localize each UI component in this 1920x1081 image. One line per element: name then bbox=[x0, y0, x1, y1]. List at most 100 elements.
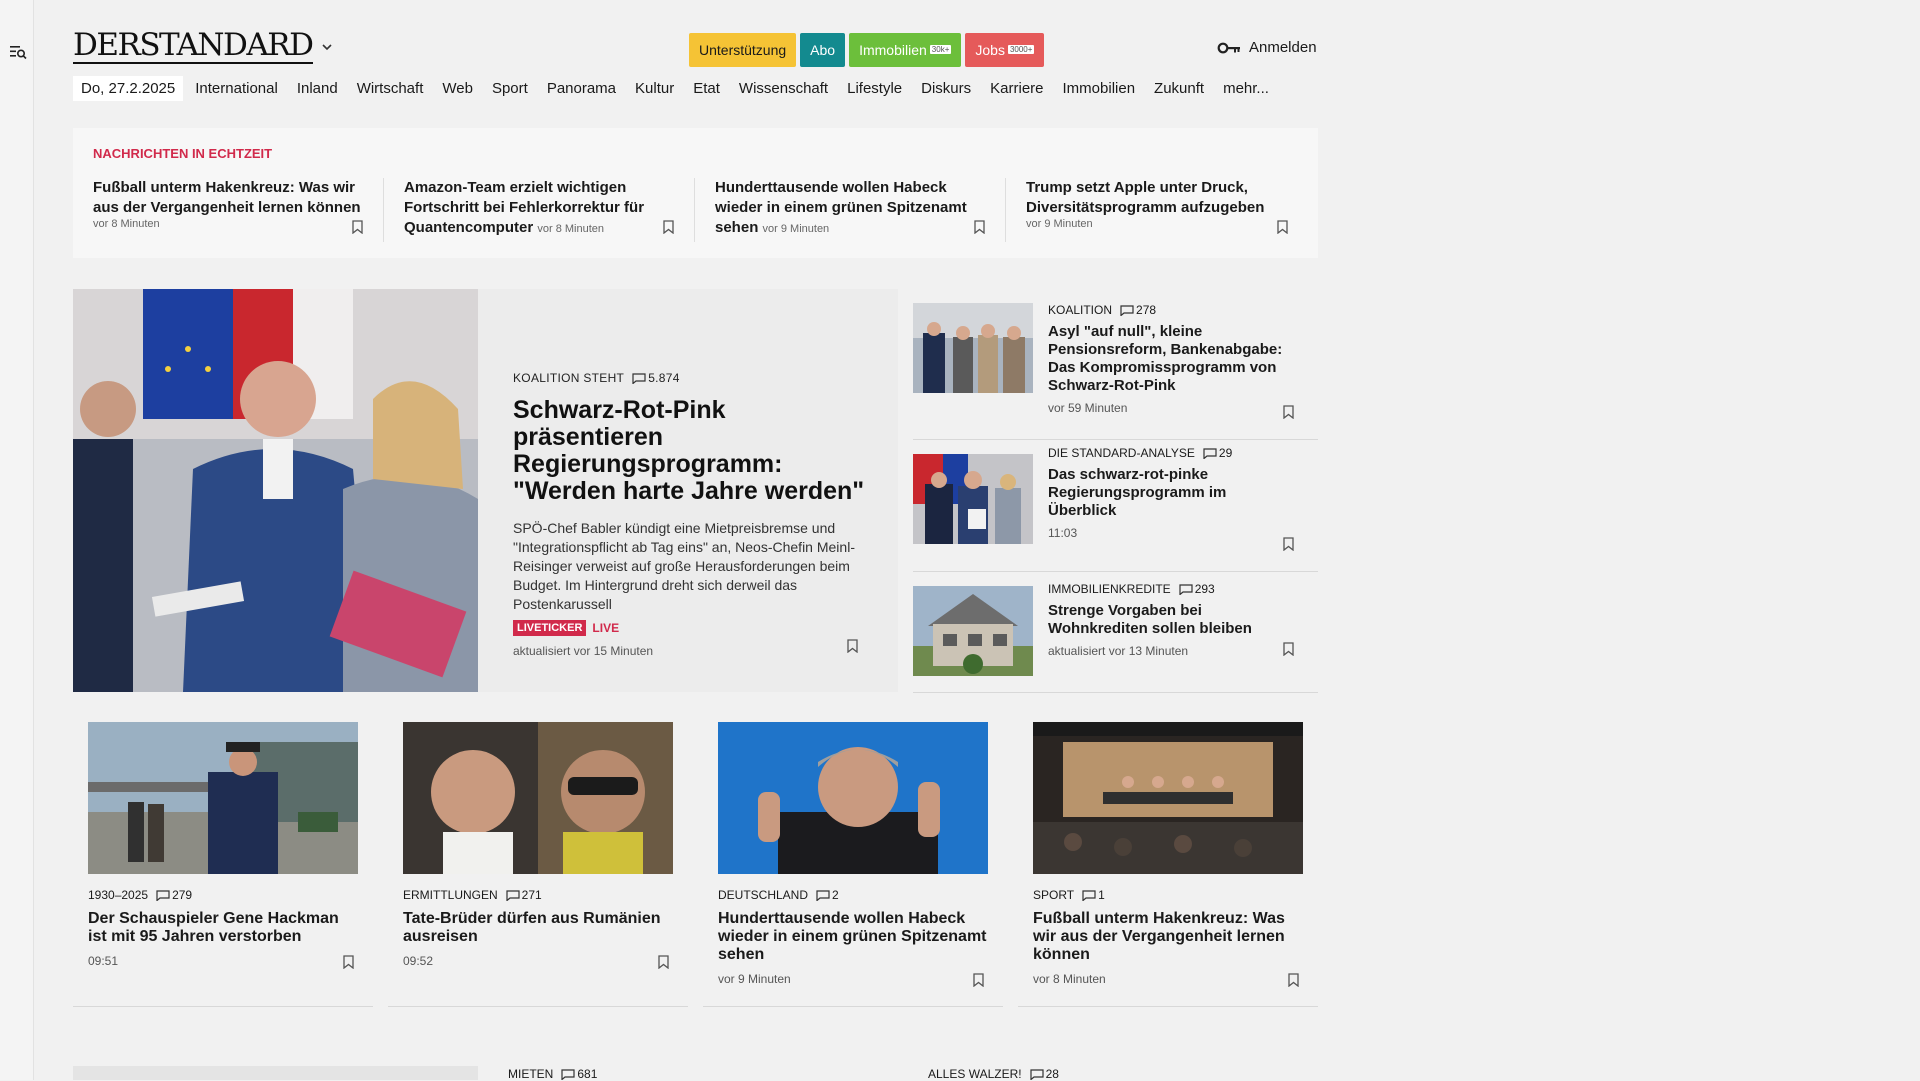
grid-title[interactable]: Fußball unterm Hakenkreuz: Was wir aus d… bbox=[1033, 910, 1303, 964]
side-title[interactable]: Strenge Vorgaben bei Wohnkrediten sollen… bbox=[1048, 602, 1298, 638]
grid-article[interactable]: SPORT 1 Fußball unterm Hakenkreuz: Was wi… bbox=[1018, 722, 1318, 1007]
nav-item-international[interactable]: International bbox=[195, 80, 278, 97]
comment-icon bbox=[632, 372, 646, 384]
grid-article[interactable]: DEUTSCHLAND 2 Hunderttausende wollen Habe… bbox=[703, 722, 1003, 1007]
grid-article-image[interactable] bbox=[1033, 722, 1303, 874]
comment-count[interactable]: 1 bbox=[1082, 888, 1105, 902]
comment-icon bbox=[506, 889, 520, 901]
hero-article[interactable]: KOALITION STEHT 5.874 Schwarz-Rot-Pink p… bbox=[73, 289, 898, 692]
comment-count[interactable]: 278 bbox=[1120, 303, 1156, 317]
bottom-article-kicker[interactable]: ALLES WALZER! 28 bbox=[928, 1067, 1059, 1081]
chevron-down-icon[interactable] bbox=[320, 40, 334, 54]
nav-item-more[interactable]: mehr... bbox=[1223, 80, 1269, 97]
menu-search-icon[interactable] bbox=[9, 43, 27, 61]
grid-article-image[interactable] bbox=[88, 722, 358, 874]
comment-count[interactable]: 29 bbox=[1203, 446, 1232, 460]
side-title[interactable]: Asyl "auf null", kleine Pensionsreform, … bbox=[1048, 323, 1298, 395]
bottom-kicker: MIETEN bbox=[508, 1067, 554, 1081]
comment-count[interactable]: 293 bbox=[1179, 582, 1215, 596]
side-title[interactable]: Das schwarz-rot-pinke Regierungsprogramm… bbox=[1048, 466, 1298, 520]
nav-item-karriere[interactable]: Karriere bbox=[990, 80, 1043, 97]
ticker-item[interactable]: Trump setzt Apple unter Druck, Diversitä… bbox=[1006, 178, 1317, 242]
grid-kicker[interactable]: SPORT bbox=[1033, 888, 1074, 902]
side-kicker[interactable]: KOALITION bbox=[1048, 303, 1112, 317]
bottom-kicker: ALLES WALZER! bbox=[928, 1067, 1022, 1081]
side-article[interactable]: DIE STANDARD-ANALYSE 29 Das schwarz-rot-p… bbox=[913, 440, 1318, 572]
support-button[interactable]: Unterstützung bbox=[689, 33, 797, 67]
grid-title[interactable]: Hunderttausende wollen Habeck wieder in … bbox=[718, 910, 988, 964]
comment-count-value: 29 bbox=[1218, 446, 1233, 460]
nav-item-kultur[interactable]: Kultur bbox=[635, 80, 674, 97]
bookmark-icon[interactable] bbox=[343, 955, 354, 969]
bookmark-icon[interactable] bbox=[1283, 405, 1294, 419]
comment-icon bbox=[1029, 1068, 1044, 1080]
bookmark-icon[interactable] bbox=[847, 639, 858, 653]
bookmark-icon[interactable] bbox=[1288, 973, 1299, 987]
side-article-image[interactable] bbox=[913, 303, 1033, 393]
bookmark-icon[interactable] bbox=[352, 220, 363, 234]
comment-icon bbox=[1120, 304, 1134, 316]
grid-article-image[interactable] bbox=[718, 722, 988, 874]
nav-item-etat[interactable]: Etat bbox=[693, 80, 720, 97]
ticker-item[interactable]: Amazon-Team erzielt wichtigen Fortschrit… bbox=[384, 178, 695, 242]
grid-title[interactable]: Der Schauspieler Gene Hackman ist mit 95… bbox=[88, 910, 358, 946]
side-kicker[interactable]: IMMOBILIENKREDITE bbox=[1048, 582, 1171, 596]
nav-item-inland[interactable]: Inland bbox=[297, 80, 338, 97]
immobilien-button[interactable]: Immobilien 30k+ bbox=[849, 33, 962, 67]
bookmark-icon[interactable] bbox=[974, 220, 985, 234]
nav-item-zukunft[interactable]: Zukunft bbox=[1154, 80, 1204, 97]
side-article[interactable]: KOALITION 278 Asyl "auf null", kleine Pen… bbox=[913, 289, 1318, 440]
nav-item-lifestyle[interactable]: Lifestyle bbox=[847, 80, 902, 97]
side-article-image[interactable] bbox=[913, 586, 1033, 676]
bookmark-icon[interactable] bbox=[658, 955, 669, 969]
grid-time: 09:51 bbox=[88, 954, 119, 968]
nav-item-web[interactable]: Web bbox=[442, 80, 473, 97]
comment-count[interactable]: 279 bbox=[156, 888, 192, 902]
side-time: 11:03 bbox=[1048, 526, 1078, 540]
comment-count[interactable]: 28 bbox=[1029, 1067, 1059, 1081]
bookmark-icon[interactable] bbox=[1277, 220, 1288, 234]
side-time: aktualisiert vor 13 Minuten bbox=[1048, 644, 1189, 658]
jobs-button[interactable]: Jobs 3000+ bbox=[965, 33, 1045, 67]
comment-count[interactable]: 681 bbox=[561, 1067, 597, 1081]
comment-count[interactable]: 271 bbox=[506, 888, 542, 902]
bookmark-icon[interactable] bbox=[1283, 642, 1294, 656]
nav-item-panorama[interactable]: Panorama bbox=[547, 80, 616, 97]
hero-kicker[interactable]: KOALITION STEHT bbox=[513, 371, 624, 385]
side-article[interactable]: IMMOBILIENKREDITE 293 Strenge Vorgaben be… bbox=[913, 572, 1318, 693]
grid-kicker[interactable]: ERMITTLUNGEN bbox=[403, 888, 498, 902]
grid-article[interactable]: 1930–2025 279 Der Schauspieler Gene Hackm… bbox=[73, 722, 373, 1007]
grid-article[interactable]: ERMITTLUNGEN 271 Tate-Brüder dürfen aus R… bbox=[388, 722, 688, 1007]
comment-count[interactable]: 2 bbox=[816, 888, 839, 902]
bookmark-icon[interactable] bbox=[663, 220, 674, 234]
ticker-item[interactable]: Fußball unterm Hakenkreuz: Was wir aus d… bbox=[73, 178, 384, 242]
nav-item-wirtschaft[interactable]: Wirtschaft bbox=[357, 80, 424, 97]
jobs-label: Jobs bbox=[975, 42, 1005, 58]
ticker-time: vor 9 Minuten bbox=[762, 223, 830, 235]
abo-button[interactable]: Abo bbox=[800, 33, 846, 67]
hero-image[interactable] bbox=[73, 289, 478, 692]
site-logo[interactable]: DERSTANDARD bbox=[73, 28, 314, 64]
grid-article-image[interactable] bbox=[403, 722, 673, 874]
nav-item-wissenschaft[interactable]: Wissenschaft bbox=[739, 80, 828, 97]
grid-kicker[interactable]: 1930–2025 bbox=[88, 888, 148, 902]
nav-item-diskurs[interactable]: Diskurs bbox=[921, 80, 971, 97]
bottom-article-kicker[interactable]: MIETEN 681 bbox=[508, 1067, 597, 1081]
ticker-item[interactable]: Hunderttausende wollen Habeck wieder in … bbox=[695, 178, 1006, 242]
comment-count[interactable]: 5.874 bbox=[632, 371, 680, 385]
grid-time: 09:52 bbox=[403, 954, 434, 968]
ticker-time: vor 9 Minuten bbox=[1026, 218, 1093, 230]
comment-count-value: 28 bbox=[1045, 1067, 1059, 1081]
bottom-article-image[interactable] bbox=[73, 1066, 478, 1080]
grid-kicker[interactable]: DEUTSCHLAND bbox=[718, 888, 808, 902]
grid-title[interactable]: Tate-Brüder dürfen aus Rumänien ausreise… bbox=[403, 910, 673, 946]
hero-title[interactable]: Schwarz-Rot-Pink präsentieren Regierungs… bbox=[513, 397, 873, 505]
side-article-image[interactable] bbox=[913, 454, 1033, 544]
nav-item-sport[interactable]: Sport bbox=[492, 80, 528, 97]
login-button[interactable]: Anmelden bbox=[1217, 39, 1317, 56]
side-kicker[interactable]: DIE STANDARD-ANALYSE bbox=[1048, 446, 1195, 460]
ticker-time: vor 8 Minuten bbox=[537, 223, 605, 235]
bookmark-icon[interactable] bbox=[1283, 537, 1294, 551]
nav-item-immobilien[interactable]: Immobilien bbox=[1063, 80, 1136, 97]
bookmark-icon[interactable] bbox=[973, 973, 984, 987]
